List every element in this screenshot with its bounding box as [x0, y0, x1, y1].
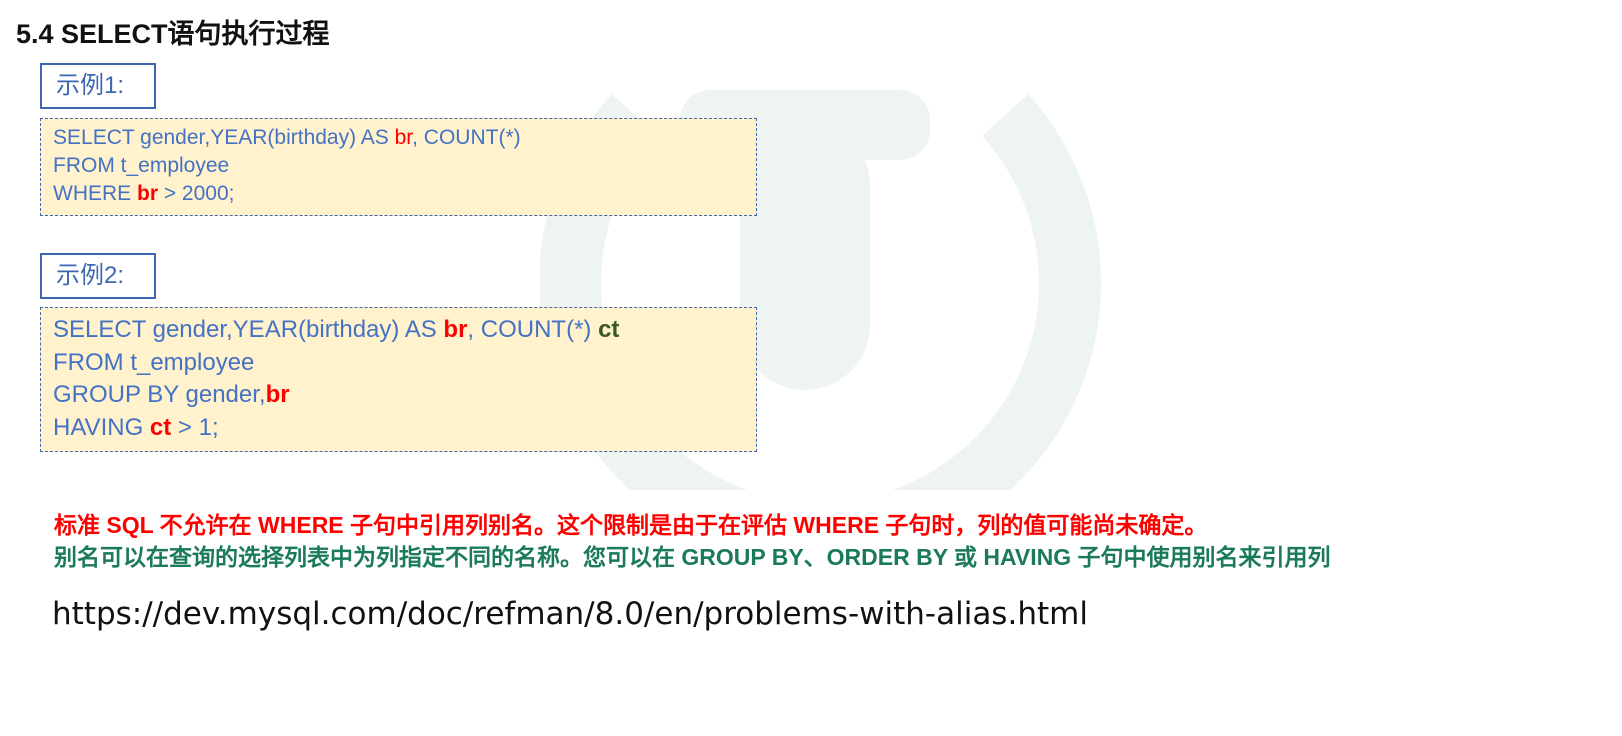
code-line: WHERE br > 2000; — [53, 180, 756, 208]
code-line: SELECT gender,YEAR(birthday) AS br, COUN… — [53, 124, 756, 152]
code-line: FROM t_employee — [53, 347, 756, 380]
note-red: 标准 SQL 不允许在 WHERE 子句中引用列别名。这个限制是由于在评估 WH… — [54, 512, 1208, 538]
code-text: SELECT gender,YEAR(birthday) AS — [53, 316, 444, 343]
alias-highlight-green: ct — [598, 316, 620, 343]
page-title: 5.4 SELECT语句执行过程 — [16, 19, 330, 49]
example2-label: 示例2: — [40, 253, 156, 299]
code-text: > 1; — [171, 413, 219, 441]
code-line: HAVING ct > 1; — [53, 412, 756, 445]
code-text: FROM t_employee — [53, 348, 255, 376]
alias-highlight: br — [265, 381, 290, 408]
code-text: GROUP BY gender, — [53, 381, 266, 408]
example2-code-block: SELECT gender,YEAR(birthday) AS br, COUN… — [40, 307, 757, 452]
code-text: , COUNT(*) — [412, 126, 521, 149]
code-line: FROM t_employee — [53, 152, 756, 180]
alias-highlight: br — [137, 182, 158, 205]
code-line: SELECT gender,YEAR(birthday) AS br, COUN… — [53, 314, 756, 347]
code-line: GROUP BY gender,br — [53, 379, 756, 412]
alias-highlight: ct — [149, 413, 172, 441]
alias-highlight: br — [394, 126, 413, 149]
code-text: WHERE — [53, 182, 137, 205]
code-text: FROM t_employee — [53, 154, 230, 177]
code-text: > 2000; — [158, 182, 235, 205]
code-text: HAVING — [53, 413, 150, 441]
code-text: , COUNT(*) — [467, 316, 599, 343]
code-text: SELECT gender,YEAR(birthday) AS — [53, 126, 395, 149]
reference-url: https://dev.mysql.com/doc/refman/8.0/en/… — [52, 596, 1088, 632]
example1-label: 示例1: — [40, 63, 156, 109]
note-green: 别名可以在查询的选择列表中为列指定不同的名称。您可以在 GROUP BY、ORD… — [54, 544, 1331, 570]
example1-code-block: SELECT gender,YEAR(birthday) AS br, COUN… — [40, 118, 757, 216]
alias-highlight: br — [443, 316, 468, 343]
